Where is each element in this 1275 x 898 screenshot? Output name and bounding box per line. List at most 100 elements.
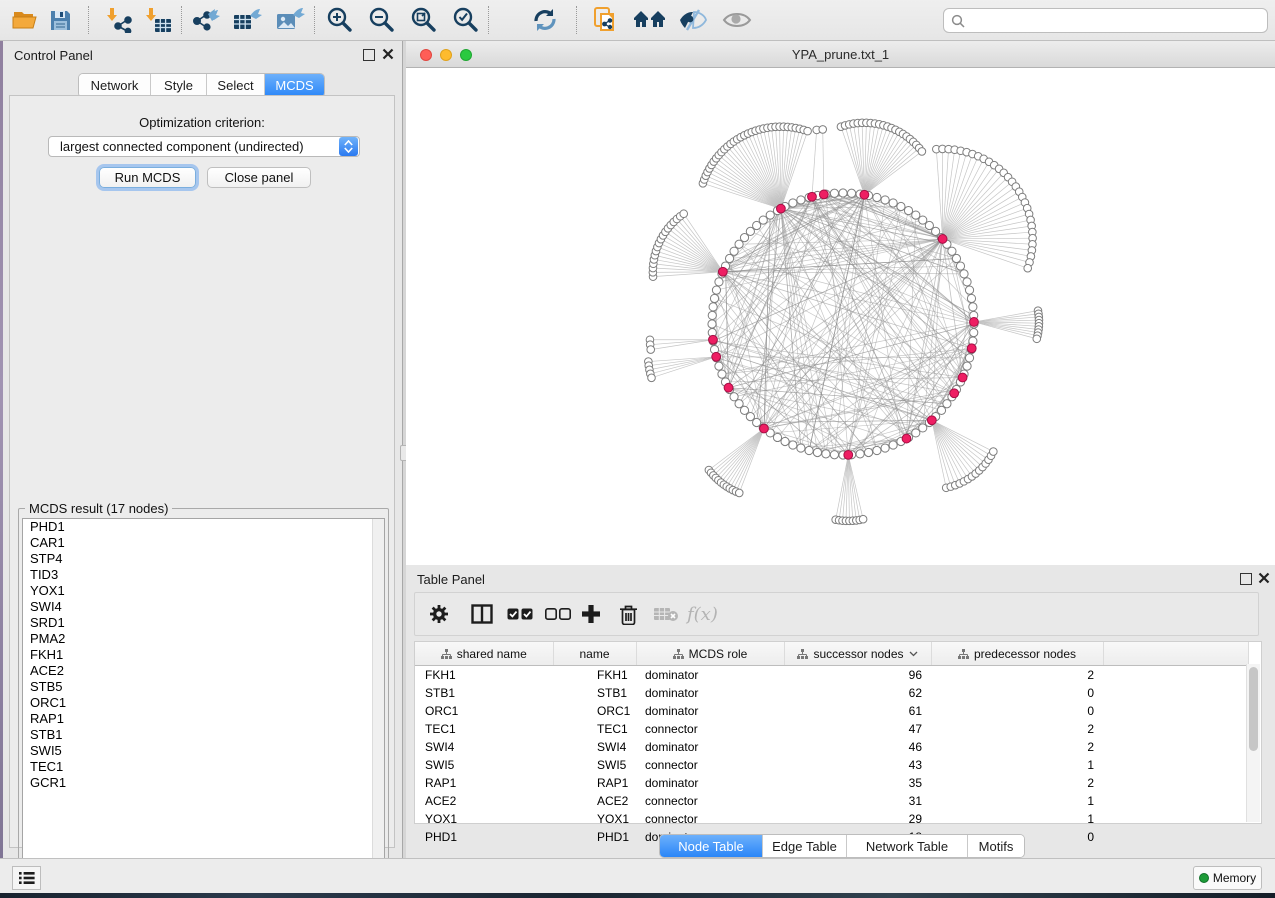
graph-node[interactable] [735,400,743,408]
search-input[interactable] [970,12,1267,29]
table-row[interactable]: ORC1ORC1dominator610 [415,702,1249,720]
graph-edge[interactable] [943,197,1023,239]
table-cell[interactable]: STB1 [415,684,553,702]
graph-node[interactable] [718,370,726,378]
table-cell[interactable]: 1 [931,810,1103,828]
graph-edge[interactable] [823,129,824,194]
table-row[interactable]: TEC1TEC1connector472 [415,720,1249,738]
table-cell[interactable]: dominator [636,666,784,685]
table-cell[interactable]: FKH1 [415,666,553,685]
graph-node[interactable] [881,444,889,452]
graph-mcds-node[interactable] [844,450,853,459]
add-column-icon[interactable] [581,593,601,635]
graph-node[interactable] [839,189,847,197]
graph-edge[interactable] [812,130,817,197]
table-cell[interactable]: 43 [784,756,931,774]
mcds-result-item[interactable]: SRD1 [23,615,384,631]
refresh-view-icon[interactable] [528,5,562,35]
mcds-result-item[interactable]: SWI4 [23,599,384,615]
table-cell[interactable]: ORC1 [415,702,553,720]
graph-node[interactable] [712,286,720,294]
table-cell[interactable]: FKH1 [553,666,636,685]
network-overview-icon[interactable] [588,5,622,35]
graph-satellite-node[interactable] [990,448,998,456]
graph-edge[interactable] [932,420,964,481]
graph-edge[interactable] [864,145,916,195]
table-cell[interactable]: ACE2 [415,792,553,810]
graph-edge[interactable] [649,357,716,366]
optimization-criterion-select[interactable]: largest connected component (undirected) [48,136,360,157]
run-mcds-button[interactable]: Run MCDS [99,167,196,188]
table-cell[interactable]: TEC1 [415,720,553,738]
hide-selected-icon[interactable] [676,5,710,35]
table-cell[interactable]: 2 [931,774,1103,792]
table-scrollbar-thumb[interactable] [1249,667,1258,751]
graph-node[interactable] [881,196,889,204]
mcds-result-item[interactable]: STB1 [23,727,384,743]
graph-node[interactable] [822,450,830,458]
import-table-icon[interactable] [141,5,175,35]
tab-network-table[interactable]: Network Table [847,835,968,857]
column-header-predecessor-nodes[interactable]: predecessor nodes [931,642,1103,666]
graph-mcds-node[interactable] [760,424,769,433]
graph-node[interactable] [967,294,975,302]
graph-mcds-node[interactable] [958,373,967,382]
graph-node[interactable] [912,429,920,437]
graph-mcds-node[interactable] [776,204,785,213]
table-row[interactable]: SWI4SWI4dominator462 [415,738,1249,756]
graph-edge[interactable] [974,322,1038,333]
graph-mcds-node[interactable] [967,344,976,353]
save-session-icon[interactable] [43,5,77,35]
table-cell[interactable]: RAP1 [415,774,553,792]
graph-mcds-node[interactable] [970,318,979,327]
export-table-icon[interactable] [230,5,264,35]
zoom-out-icon[interactable] [364,5,398,35]
table-cell[interactable]: dominator [636,702,784,720]
split-view-icon[interactable] [471,593,493,635]
open-session-icon[interactable] [8,5,42,35]
table-scrollbar[interactable] [1246,664,1260,822]
graph-edge[interactable] [781,129,800,209]
table-cell[interactable]: 2 [931,738,1103,756]
graph-edge[interactable] [974,322,1037,339]
table-cell[interactable]: ORC1 [553,702,636,720]
graph-edge[interactable] [718,428,764,480]
graph-node[interactable] [797,444,805,452]
table-cell[interactable]: connector [636,720,784,738]
graph-mcds-node[interactable] [902,434,911,443]
tab-mcds[interactable]: MCDS [265,74,324,97]
zoom-in-icon[interactable] [322,5,356,35]
table-cell[interactable]: TEC1 [553,720,636,738]
network-window-titlebar[interactable]: YPA_prune.txt_1 [406,41,1275,68]
float-table-panel-icon[interactable] [1240,573,1252,585]
tab-select[interactable]: Select [207,74,265,97]
graph-node[interactable] [759,216,767,224]
table-cell[interactable]: 61 [784,702,931,720]
graph-edge[interactable] [721,428,764,482]
export-network-icon[interactable] [188,5,222,35]
node-table-grid[interactable]: shared name name MCDS role successor nod… [415,642,1249,846]
graph-edge[interactable] [781,209,947,245]
graph-edge[interactable] [932,420,983,467]
graph-edge[interactable] [723,259,957,272]
graph-edge[interactable] [716,357,826,454]
graph-node[interactable] [912,211,920,219]
table-cell[interactable]: PHD1 [415,828,553,846]
graph-edge[interactable] [650,340,713,345]
graph-edge[interactable] [932,420,976,473]
settings-icon[interactable] [429,593,449,635]
table-row[interactable]: ACE2ACE2connector311 [415,792,1249,810]
graph-node[interactable] [708,311,716,319]
table-row[interactable]: RAP1RAP1dominator352 [415,774,1249,792]
table-cell[interactable]: connector [636,756,784,774]
graph-node[interactable] [948,247,956,255]
graph-edge[interactable] [943,239,1032,250]
graph-node[interactable] [789,199,797,207]
graph-node[interactable] [904,206,912,214]
table-cell[interactable]: 0 [931,684,1103,702]
graph-edge[interactable] [736,428,764,491]
mcds-result-item[interactable]: ACE2 [23,663,384,679]
graph-node[interactable] [873,193,881,201]
table-cell[interactable]: 96 [784,666,931,685]
graph-mcds-node[interactable] [927,416,936,425]
